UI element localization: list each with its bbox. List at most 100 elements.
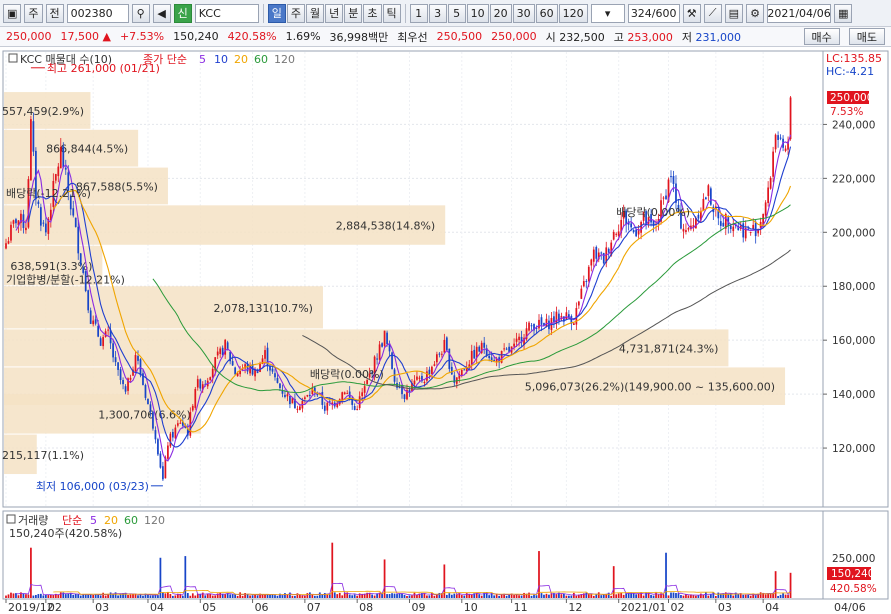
candle-body bbox=[42, 222, 45, 224]
buy-button[interactable]: 매수 bbox=[803, 28, 840, 45]
volume-bar bbox=[685, 594, 687, 598]
turnover-percent: 1.69% bbox=[285, 30, 321, 43]
tab-period-4[interactable]: 분 bbox=[344, 3, 363, 23]
volume-bar bbox=[709, 594, 712, 598]
date-tick-label: 03 bbox=[718, 601, 732, 614]
tab-interval-30[interactable]: 30 bbox=[512, 3, 535, 23]
volume-bar bbox=[74, 593, 77, 598]
candle-body bbox=[381, 343, 383, 347]
low-value: 231,000 bbox=[695, 30, 742, 44]
indicator-icon[interactable]: ⚒ bbox=[682, 3, 701, 23]
date-tick-label: 11 bbox=[514, 601, 528, 614]
volume-bar bbox=[201, 592, 204, 598]
candle-body bbox=[707, 185, 710, 196]
volume-bar bbox=[572, 592, 575, 598]
volume-bar bbox=[211, 595, 214, 598]
gear-icon[interactable]: ⚙ bbox=[746, 3, 765, 23]
volume-bar bbox=[742, 594, 745, 598]
candle-body bbox=[515, 338, 518, 342]
tab-period-0[interactable]: 일 bbox=[267, 3, 286, 23]
candle-body bbox=[383, 330, 386, 346]
tab-period-3[interactable]: 년 bbox=[325, 3, 344, 23]
line-tool-icon[interactable]: ⟋ bbox=[703, 3, 722, 23]
tab-interval-120[interactable]: 120 bbox=[558, 3, 588, 23]
volume-bar bbox=[563, 593, 565, 598]
sell-button[interactable]: 매도 bbox=[848, 28, 885, 45]
volume-bar bbox=[236, 595, 239, 598]
interval-input[interactable]: ▾ bbox=[590, 3, 625, 23]
low-price: 저 231,000 bbox=[682, 29, 741, 45]
tab-interval-5[interactable]: 5 bbox=[447, 3, 466, 23]
volume-bar bbox=[82, 594, 85, 598]
tab-period-2[interactable]: 월 bbox=[306, 3, 325, 23]
candle-body bbox=[386, 332, 388, 345]
date-tick-label: 08 bbox=[359, 601, 373, 614]
candle-body bbox=[10, 224, 12, 241]
stock-name-field[interactable]: KCC bbox=[194, 3, 259, 23]
volume-bar bbox=[44, 594, 47, 598]
tab-period-6[interactable]: 틱 bbox=[382, 3, 401, 23]
candle-body bbox=[473, 349, 476, 359]
current-change-tag-label: 7.53% bbox=[830, 106, 863, 118]
volume-bar bbox=[543, 594, 545, 598]
window-icon[interactable]: ▣ bbox=[3, 3, 22, 23]
candle-body bbox=[231, 361, 234, 366]
volume-bar bbox=[737, 594, 740, 598]
search-icon[interactable]: ⚲ bbox=[131, 3, 150, 23]
candle-body bbox=[662, 197, 665, 199]
speaker-icon[interactable]: ◀ bbox=[152, 3, 171, 23]
price-tick-label: 200,000 bbox=[832, 227, 875, 239]
stock-code-input[interactable]: 002380 bbox=[66, 3, 129, 23]
candle-body bbox=[39, 207, 42, 226]
candle-body bbox=[774, 134, 777, 150]
save-icon[interactable]: ▤ bbox=[724, 3, 744, 23]
tab-interval-3[interactable]: 3 bbox=[428, 3, 447, 23]
volume-bar bbox=[184, 556, 187, 598]
volume-bar bbox=[560, 594, 563, 598]
tab-interval-60[interactable]: 60 bbox=[535, 3, 558, 23]
price-tick-label: 160,000 bbox=[832, 335, 875, 347]
tab-interval-20[interactable]: 20 bbox=[489, 3, 512, 23]
mode-select[interactable]: 주 bbox=[24, 3, 43, 23]
low-marker-label: 최저 106,000 (03/23) bbox=[36, 480, 149, 493]
candle-body bbox=[124, 386, 127, 392]
candle-body bbox=[74, 217, 77, 227]
tab-interval-10[interactable]: 10 bbox=[466, 3, 489, 23]
volume-bar bbox=[513, 595, 515, 598]
candle-body bbox=[259, 363, 261, 373]
stock-chart[interactable]: 215,117(1.1%) 1,300,706(6.6%) 5,096,073(26… bbox=[0, 47, 891, 614]
volume-bar bbox=[570, 595, 573, 598]
volume-bar bbox=[241, 595, 244, 598]
volume-bar bbox=[294, 595, 296, 598]
volume-bar bbox=[615, 594, 618, 598]
mode-label: 주 bbox=[28, 7, 39, 20]
tab-period-5[interactable]: 초 bbox=[363, 3, 382, 23]
candle-body bbox=[779, 137, 782, 139]
volume-bar bbox=[540, 593, 543, 598]
calendar-icon[interactable]: ▦ bbox=[834, 3, 853, 23]
candle-body bbox=[607, 248, 610, 253]
volume-ma-60: 60 bbox=[124, 514, 138, 527]
volume-bar bbox=[79, 595, 82, 598]
count-value: 324/600 bbox=[630, 6, 677, 20]
ma-legend-label: 종가 단순 bbox=[143, 53, 187, 66]
count-field[interactable]: 324/600 bbox=[627, 3, 680, 23]
prefix-select[interactable]: 전 bbox=[45, 3, 64, 23]
volume-bar bbox=[348, 594, 351, 598]
candle-body bbox=[553, 316, 555, 322]
open-label: 시 bbox=[545, 30, 556, 44]
high-value: 253,000 bbox=[627, 30, 673, 44]
candle-body bbox=[423, 382, 426, 384]
candle-body bbox=[12, 220, 15, 224]
volume-bar bbox=[386, 594, 388, 598]
volume-bar bbox=[224, 594, 227, 598]
volume-bar bbox=[353, 594, 356, 598]
tab-interval-1[interactable]: 1 bbox=[409, 3, 428, 23]
candle-body bbox=[538, 319, 540, 329]
candle-body bbox=[685, 230, 687, 232]
volume-bar bbox=[433, 595, 436, 598]
tab-period-1[interactable]: 주 bbox=[286, 3, 306, 23]
volume-bar bbox=[251, 595, 254, 598]
credit-badge[interactable]: 신 bbox=[173, 3, 192, 23]
date-field[interactable]: 2021/04/06 bbox=[767, 3, 832, 23]
